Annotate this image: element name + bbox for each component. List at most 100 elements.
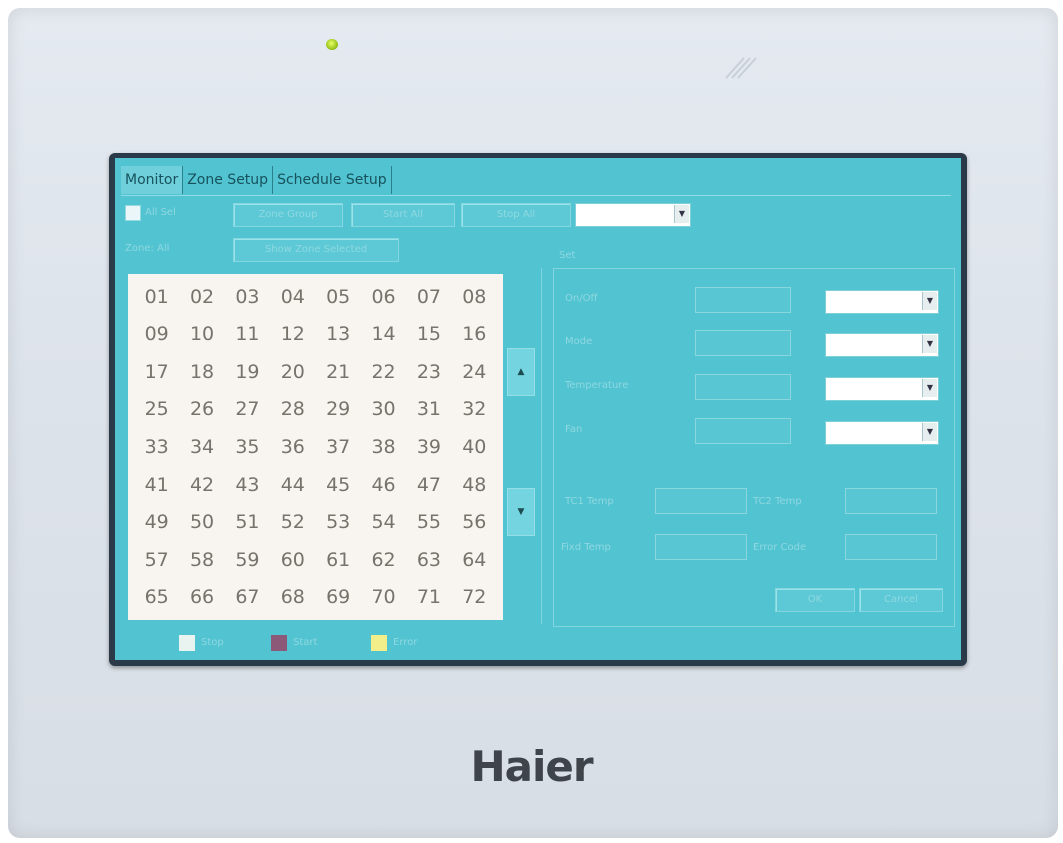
- zone-cell[interactable]: 30: [361, 391, 406, 429]
- set-panel-title: Set: [559, 250, 576, 261]
- zone-cell[interactable]: 59: [225, 541, 270, 579]
- zone-cell[interactable]: 15: [406, 316, 451, 354]
- zone-cell[interactable]: 56: [452, 503, 497, 541]
- zone-cell[interactable]: 35: [225, 428, 270, 466]
- tab-zone-setup[interactable]: Zone Setup: [183, 166, 274, 194]
- stop-legend-label: Stop: [201, 637, 224, 648]
- zone-cell[interactable]: 69: [316, 578, 361, 616]
- temperature-label: Temperature: [565, 380, 629, 391]
- scroll-down-button[interactable]: ▼: [507, 488, 535, 536]
- zone-cell[interactable]: 03: [225, 278, 270, 316]
- zone-cell[interactable]: 22: [361, 353, 406, 391]
- zone-all-label: Zone: All: [125, 243, 170, 254]
- zone-cell[interactable]: 55: [406, 503, 451, 541]
- select-all-label: All Sel: [145, 207, 176, 218]
- chevron-down-icon: ▼: [674, 205, 689, 223]
- zone-cell[interactable]: 39: [406, 428, 451, 466]
- zone-cell[interactable]: 04: [270, 278, 315, 316]
- zone-cell[interactable]: 21: [316, 353, 361, 391]
- zone-cell[interactable]: 24: [452, 353, 497, 391]
- zone-cell[interactable]: 61: [316, 541, 361, 579]
- zone-cell[interactable]: 33: [134, 428, 179, 466]
- start-all-button[interactable]: Start All: [351, 203, 455, 227]
- zone-cell[interactable]: 45: [316, 466, 361, 504]
- scroll-up-button[interactable]: ▲: [507, 348, 535, 396]
- start-legend-swatch: [271, 635, 287, 651]
- zone-cell[interactable]: 31: [406, 391, 451, 429]
- zone-cell[interactable]: 16: [452, 316, 497, 354]
- zone-cell[interactable]: 40: [452, 428, 497, 466]
- zone-cell[interactable]: 42: [179, 466, 224, 504]
- zone-cell[interactable]: 58: [179, 541, 224, 579]
- zone-cell[interactable]: 17: [134, 353, 179, 391]
- zone-cell[interactable]: 46: [361, 466, 406, 504]
- zone-cell[interactable]: 66: [179, 578, 224, 616]
- zone-cell[interactable]: 62: [361, 541, 406, 579]
- zone-cell[interactable]: 23: [406, 353, 451, 391]
- zone-cell[interactable]: 37: [316, 428, 361, 466]
- zone-cell[interactable]: 09: [134, 316, 179, 354]
- zone-cell[interactable]: 54: [361, 503, 406, 541]
- zone-cell[interactable]: 20: [270, 353, 315, 391]
- zone-cell[interactable]: 52: [270, 503, 315, 541]
- zone-cell[interactable]: 01: [134, 278, 179, 316]
- zone-cell[interactable]: 28: [270, 391, 315, 429]
- group-select[interactable]: ▼: [575, 203, 691, 227]
- zone-cell[interactable]: 06: [361, 278, 406, 316]
- zone-cell[interactable]: 02: [179, 278, 224, 316]
- mode-status-field: [695, 330, 791, 356]
- zone-cell[interactable]: 36: [270, 428, 315, 466]
- ok-button[interactable]: OK: [775, 588, 855, 612]
- zone-cell[interactable]: 60: [270, 541, 315, 579]
- zone-cell[interactable]: 64: [452, 541, 497, 579]
- zone-cell[interactable]: 57: [134, 541, 179, 579]
- tab-schedule-setup[interactable]: Schedule Setup: [273, 166, 392, 194]
- zone-cell[interactable]: 41: [134, 466, 179, 504]
- zone-cell[interactable]: 10: [179, 316, 224, 354]
- zone-cell[interactable]: 71: [406, 578, 451, 616]
- zone-cell[interactable]: 14: [361, 316, 406, 354]
- zone-cell[interactable]: 44: [270, 466, 315, 504]
- zone-cell[interactable]: 13: [316, 316, 361, 354]
- fan-select[interactable]: ▼: [825, 421, 939, 445]
- zone-cell[interactable]: 53: [316, 503, 361, 541]
- stop-all-button[interactable]: Stop All: [461, 203, 571, 227]
- onoff-status-field: [695, 287, 791, 313]
- zone-cell[interactable]: 63: [406, 541, 451, 579]
- zone-cell[interactable]: 12: [270, 316, 315, 354]
- zone-cell[interactable]: 05: [316, 278, 361, 316]
- tab-monitor[interactable]: Monitor: [121, 166, 184, 194]
- zone-cell[interactable]: 27: [225, 391, 270, 429]
- zone-cell[interactable]: 72: [452, 578, 497, 616]
- zone-cell[interactable]: 11: [225, 316, 270, 354]
- select-all-checkbox[interactable]: [125, 205, 141, 221]
- zone-cell[interactable]: 68: [270, 578, 315, 616]
- zone-cell[interactable]: 07: [406, 278, 451, 316]
- zone-cell[interactable]: 29: [316, 391, 361, 429]
- zone-cell[interactable]: 48: [452, 466, 497, 504]
- zone-group-button[interactable]: Zone Group: [233, 203, 343, 227]
- show-zone-selected-button[interactable]: Show Zone Selected: [233, 238, 399, 262]
- zone-cell[interactable]: 70: [361, 578, 406, 616]
- onoff-select[interactable]: ▼: [825, 290, 939, 314]
- zone-cell[interactable]: 67: [225, 578, 270, 616]
- zone-cell[interactable]: 32: [452, 391, 497, 429]
- zone-cell[interactable]: 51: [225, 503, 270, 541]
- zone-cell[interactable]: 47: [406, 466, 451, 504]
- error-legend-label: Error: [393, 637, 418, 648]
- zone-cell[interactable]: 49: [134, 503, 179, 541]
- zone-cell[interactable]: 65: [134, 578, 179, 616]
- zone-cell[interactable]: 18: [179, 353, 224, 391]
- zone-cell[interactable]: 34: [179, 428, 224, 466]
- zone-cell[interactable]: 26: [179, 391, 224, 429]
- cancel-button[interactable]: Cancel: [859, 588, 943, 612]
- zone-cell[interactable]: 50: [179, 503, 224, 541]
- zone-cell[interactable]: 19: [225, 353, 270, 391]
- zone-cell[interactable]: 25: [134, 391, 179, 429]
- zone-cell[interactable]: 38: [361, 428, 406, 466]
- zone-cell[interactable]: 08: [452, 278, 497, 316]
- mode-select[interactable]: ▼: [825, 333, 939, 357]
- temperature-select[interactable]: ▼: [825, 377, 939, 401]
- zone-cell[interactable]: 43: [225, 466, 270, 504]
- set-panel: [553, 268, 955, 627]
